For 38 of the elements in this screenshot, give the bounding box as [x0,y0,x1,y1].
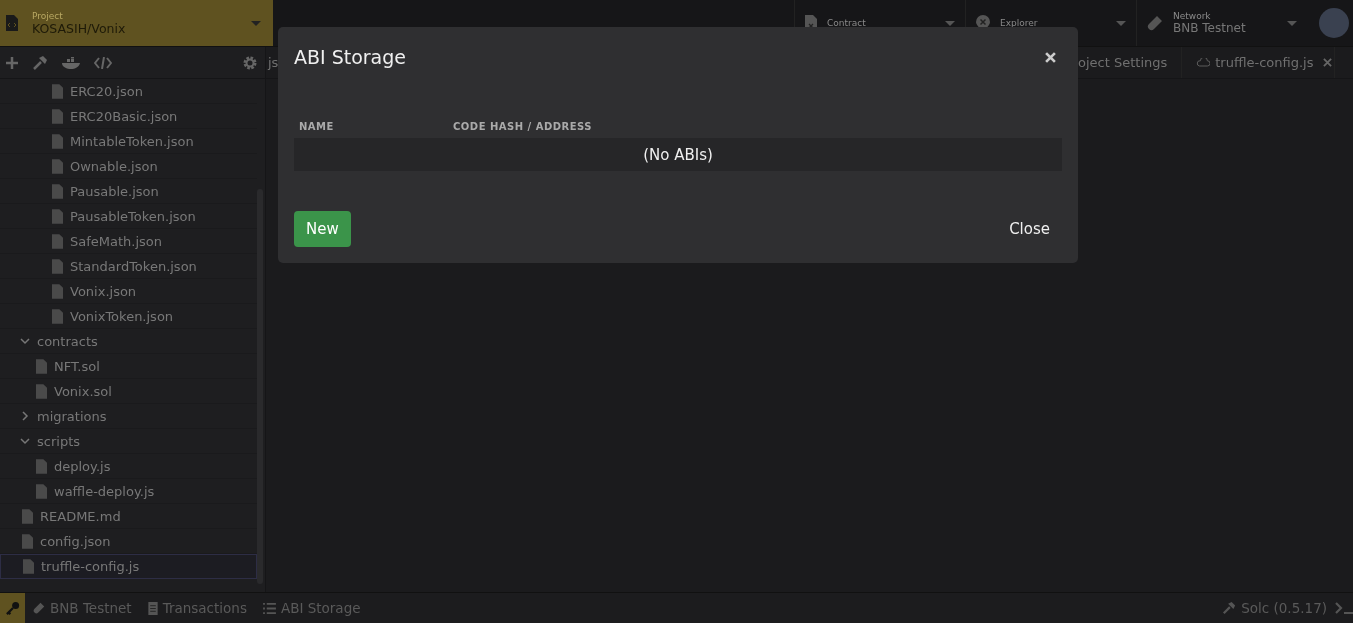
tree-item[interactable]: MintableToken.json [0,129,257,154]
tree-item[interactable]: truffle-config.js [0,554,257,579]
folder-item[interactable]: migrations [0,404,257,429]
folder-item[interactable]: contracts [0,329,257,354]
selector-label: Contract [827,18,867,28]
tree-item[interactable]: StandardToken.json [0,254,257,279]
tree-item[interactable]: Vonix.sol [0,379,257,404]
status-item[interactable]: Solc (0.5.17) [1214,600,1335,616]
dialog-title: ABI Storage [294,46,406,68]
tree-item[interactable]: Pausable.json [0,179,257,204]
selector-value: BNB Testnet [1173,21,1247,35]
status-item[interactable]: Transactions [139,600,255,616]
tree-item[interactable]: README.md [0,504,257,529]
column-header: CODE HASH / ADDRESS [453,120,593,132]
tree-item[interactable]: deploy.js [0,454,257,479]
project-label: Project [32,10,64,21]
project-selector[interactable]: Project KOSASIH/Vonix [0,0,273,46]
empty-row: (No ABIs) [294,138,1062,171]
tree-item[interactable]: ERC20.json [0,79,257,104]
network-selector[interactable]: Network BNB Testnet [1136,0,1307,46]
tree-item[interactable]: Ownable.json [0,154,257,179]
column-header: NAME [299,120,335,132]
tree-item[interactable]: waffle-deploy.js [0,479,257,504]
status-item[interactable]: ABI Storage [254,600,369,616]
folder-item[interactable]: scripts [0,429,257,454]
tree-item[interactable]: SafeMath.json [0,229,257,254]
selector-label: Network [1173,11,1212,21]
tree-item[interactable]: ERC20Basic.json [0,104,257,129]
tree-item[interactable]: NFT.sol [0,354,257,379]
editor-tab[interactable]: truffle-config.js [1182,47,1335,78]
project-name: KOSASIH/Vonix [32,20,127,36]
new-button[interactable]: New [294,211,351,247]
tree-item[interactable]: Vonix.json [0,279,257,304]
close-button[interactable]: Close [997,220,1062,238]
selector-label: Explorer [1000,18,1039,28]
tree-item[interactable]: VonixToken.json [0,304,257,329]
status-item[interactable]: BNB Testnet [25,600,140,616]
tree-item[interactable]: PausableToken.json [0,204,257,229]
